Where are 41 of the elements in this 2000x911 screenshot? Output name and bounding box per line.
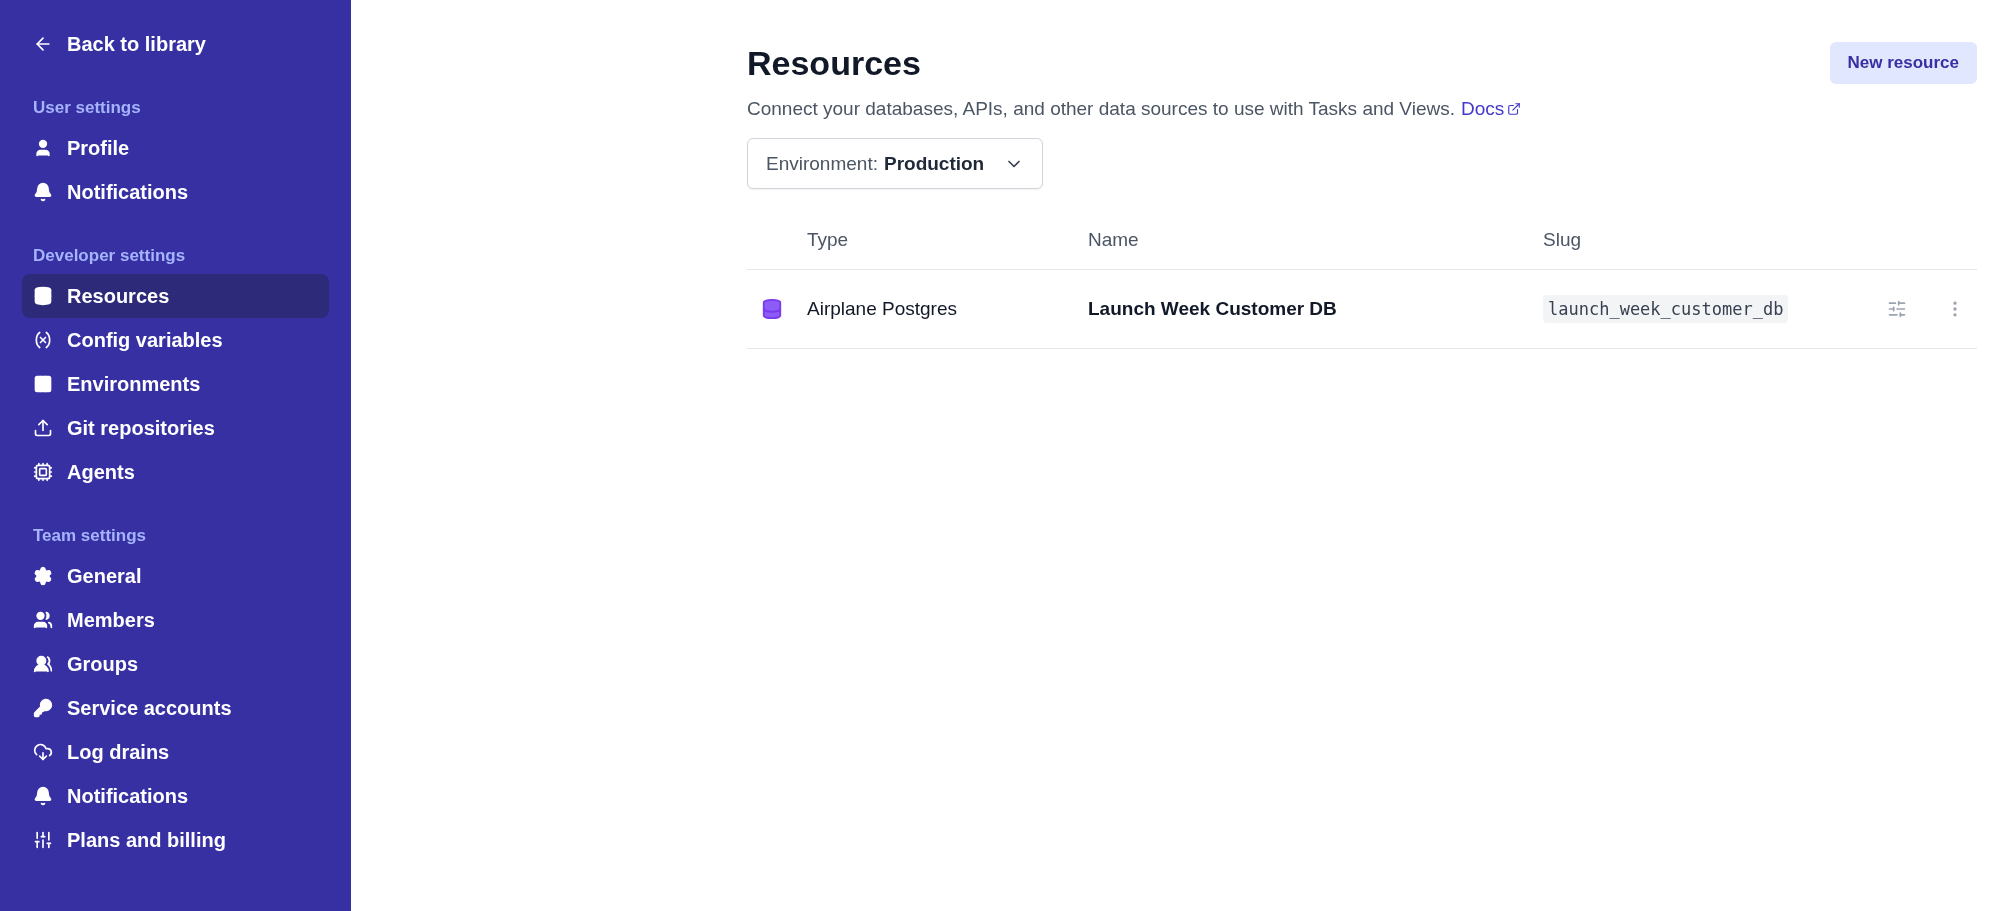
sidebar-item[interactable]: Log drains (22, 730, 329, 774)
sidebar-item[interactable]: Config variables (22, 318, 329, 362)
sidebar-item[interactable]: Groups (22, 642, 329, 686)
bell-icon (33, 182, 53, 202)
sidebar-item[interactable]: Resources (22, 274, 329, 318)
variable-icon (33, 330, 53, 350)
sidebar-item[interactable]: Agents (22, 450, 329, 494)
sliders-icon (33, 830, 53, 850)
section-title: User settings (32, 97, 142, 119)
sidebar-item[interactable]: Members (22, 598, 329, 642)
slug-code: launch_week_customer_db (1543, 295, 1789, 323)
sidebar-item[interactable]: Environments (22, 362, 329, 406)
section-title: Developer settings (32, 245, 187, 267)
person-icon (33, 138, 53, 158)
people-icon (33, 610, 53, 630)
chip-icon (33, 462, 53, 482)
sidebar-item[interactable]: Profile (22, 126, 329, 170)
sidebar-item[interactable]: Notifications (22, 774, 329, 818)
external-link-icon (1507, 102, 1522, 116)
sidebar-item[interactable]: General (22, 554, 329, 598)
sidebar-item[interactable]: Service accounts (22, 686, 329, 730)
sidebar-item[interactable]: Plans and billing (22, 818, 329, 862)
table-cell-text: Launch Week Customer DB (1088, 298, 1338, 320)
sidebar-item[interactable]: Notifications (22, 170, 329, 214)
table-cell-text: Airplane Postgres (807, 298, 958, 320)
column-header: Slug (1543, 229, 1583, 251)
sidebar-item[interactable]: Git repositories (22, 406, 329, 450)
page-title: Resources (747, 43, 921, 83)
page-description: Connect your databases, APIs, and other data sources to use with Tasks and Views. (747, 98, 1455, 120)
column-header: Name (1088, 229, 1140, 251)
docs-link[interactable]: Docs (1461, 98, 1522, 120)
column-header: Type (807, 229, 850, 251)
upload-icon (33, 418, 53, 438)
section-title: Team settings (32, 525, 148, 547)
key-icon (33, 698, 53, 718)
bell-icon (33, 786, 53, 806)
environment-dropdown[interactable]: Environment: Production (747, 138, 1044, 189)
new-resource-button[interactable]: New resource (1829, 42, 1977, 84)
back-link[interactable]: Back to library (22, 22, 329, 66)
group-icon (33, 654, 53, 674)
cloud-download-icon (33, 742, 53, 762)
